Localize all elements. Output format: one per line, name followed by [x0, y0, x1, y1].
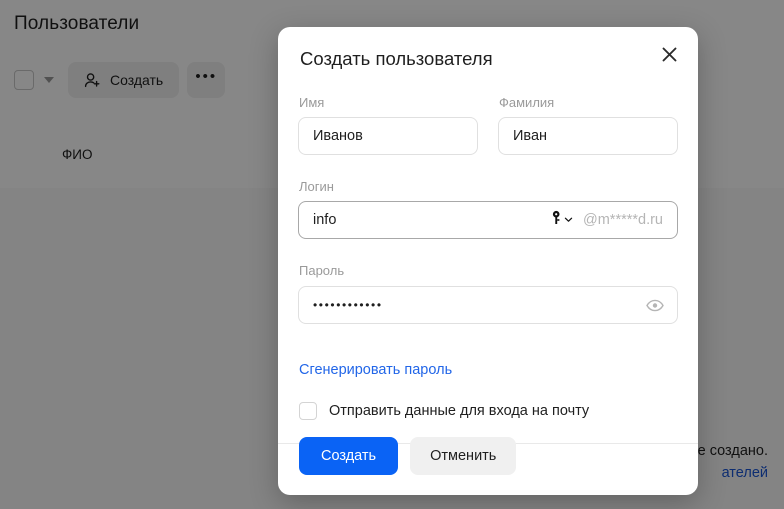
eye-icon[interactable] [646, 299, 677, 312]
password-input[interactable]: •••••••••••• [298, 286, 678, 324]
send-credentials-label: Отправить данные для входа на почту [329, 403, 590, 419]
last-name-input[interactable]: Иван [498, 117, 678, 155]
create-user-dialog: Создать пользователя Имя Иванов Фамилия … [278, 27, 698, 495]
password-value: •••••••••••• [313, 298, 383, 312]
key-icon [550, 210, 563, 230]
login-domain-selector[interactable] [550, 210, 583, 230]
dialog-footer: Создать Отменить [299, 437, 517, 475]
cancel-button[interactable]: Отменить [410, 437, 517, 475]
last-name-label: Фамилия [499, 95, 555, 110]
submit-button[interactable]: Создать [299, 437, 399, 475]
send-credentials-row[interactable]: Отправить данные для входа на почту [299, 402, 589, 420]
login-label: Логин [299, 179, 334, 194]
first-name-value: Иванов [313, 128, 363, 144]
login-input[interactable]: info @m*****d.ru [298, 201, 678, 239]
send-credentials-checkbox[interactable] [299, 402, 317, 420]
login-domain-suffix: @m*****d.ru [583, 212, 663, 228]
screen: Пользователи Создать ••• ФИО е создано. … [0, 0, 784, 509]
chevron-down-icon [564, 211, 573, 229]
first-name-input[interactable]: Иванов [298, 117, 478, 155]
first-name-label: Имя [299, 95, 325, 110]
dialog-title: Создать пользователя [300, 48, 493, 69]
last-name-value: Иван [513, 128, 548, 144]
login-value: info [313, 212, 337, 228]
password-label: Пароль [299, 263, 345, 278]
generate-password-link[interactable]: Сгенерировать пароль [299, 362, 452, 378]
close-icon[interactable] [654, 39, 684, 69]
